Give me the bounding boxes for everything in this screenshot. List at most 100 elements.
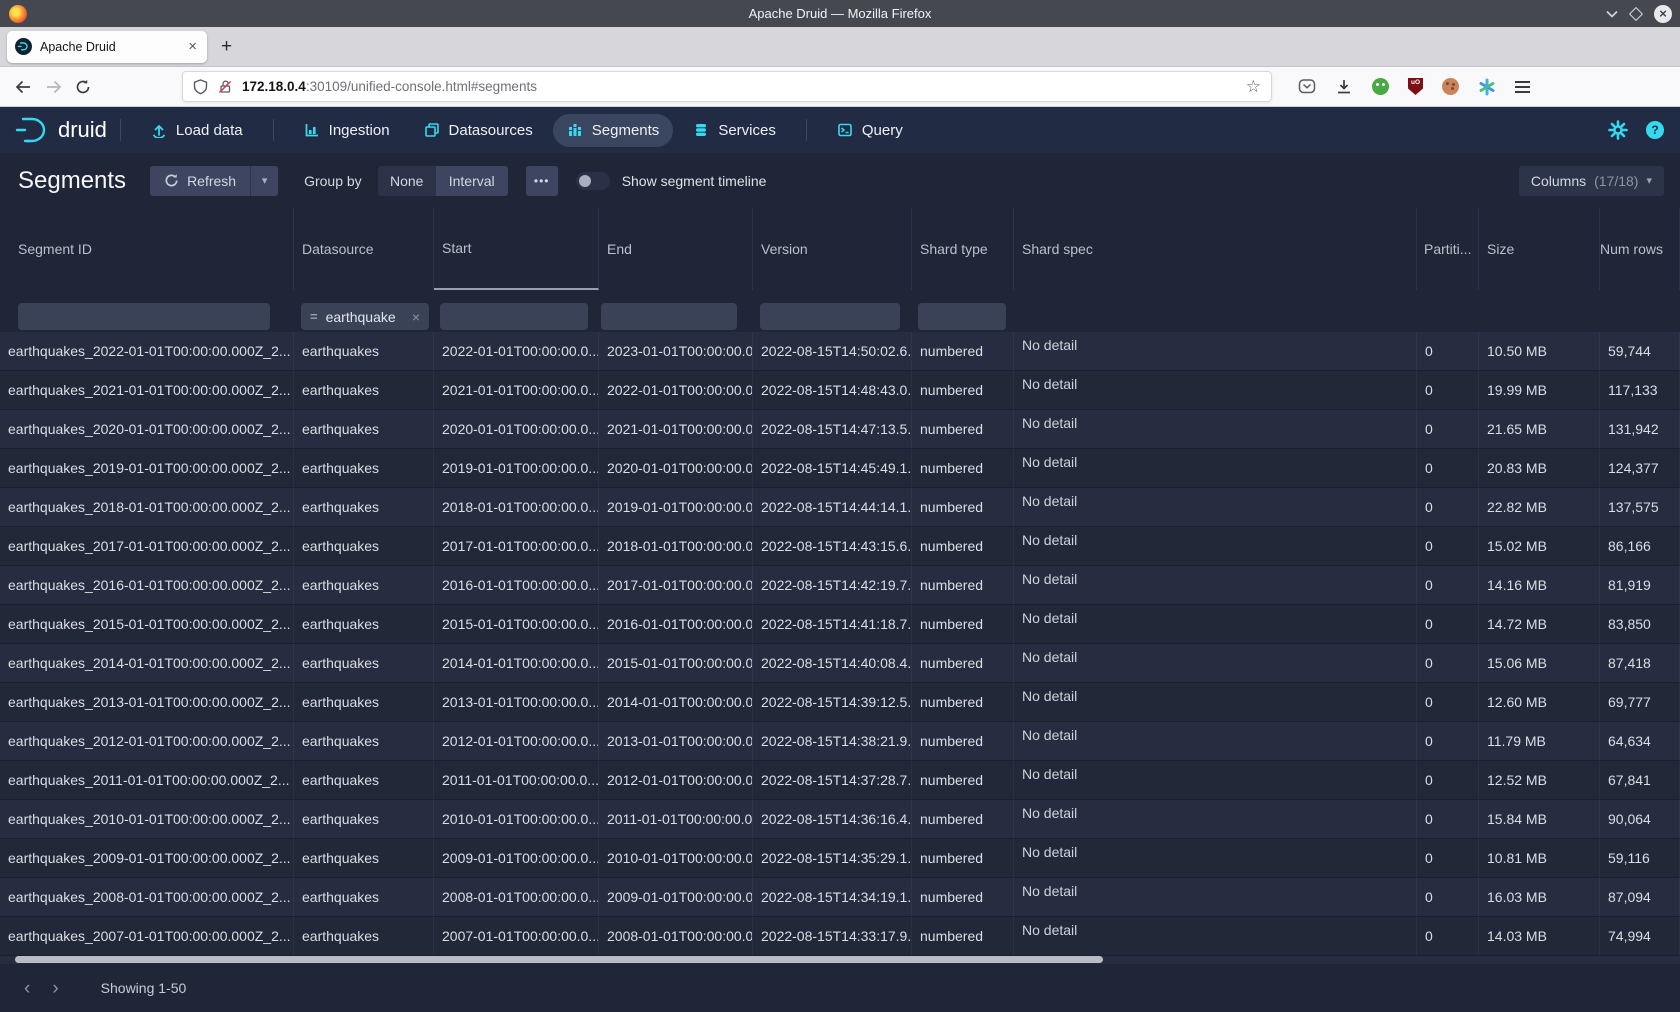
cell-end[interactable]: 2019-01-01T00:00:00.0... bbox=[599, 488, 753, 526]
cell-segment-id[interactable]: earthquakes_2021-01-01T00:00:00.000Z_2..… bbox=[0, 371, 294, 409]
cell-size[interactable]: 11.79 MB bbox=[1479, 722, 1600, 760]
cell-version[interactable]: 2022-08-15T14:34:19.1... bbox=[753, 878, 912, 916]
cell-datasource[interactable]: earthquakes bbox=[294, 878, 434, 916]
cell-shard-spec[interactable]: No detail bbox=[1014, 566, 1417, 604]
cell-shard-spec[interactable]: No detail bbox=[1014, 683, 1417, 721]
cell-shard-type[interactable]: numbered bbox=[912, 332, 1014, 370]
cell-start[interactable]: 2012-01-01T00:00:00.0... bbox=[434, 722, 599, 760]
cell-version[interactable]: 2022-08-15T14:37:28.7... bbox=[753, 761, 912, 799]
cell-shard-type[interactable]: numbered bbox=[912, 683, 1014, 721]
cell-shard-spec[interactable]: No detail bbox=[1014, 527, 1417, 565]
column-header-partiti[interactable]: Partiti... bbox=[1417, 208, 1479, 290]
cell-partition[interactable]: 0 bbox=[1417, 449, 1479, 487]
cookie-extension-icon[interactable] bbox=[1442, 78, 1459, 95]
cell-datasource[interactable]: earthquakes bbox=[294, 800, 434, 838]
cell-segment-id[interactable]: earthquakes_2019-01-01T00:00:00.000Z_2..… bbox=[0, 449, 294, 487]
settings-gear-icon[interactable] bbox=[1608, 120, 1628, 140]
cell-shard-type[interactable]: numbered bbox=[912, 488, 1014, 526]
cell-version[interactable]: 2022-08-15T14:41:18.7... bbox=[753, 605, 912, 643]
cell-partition[interactable]: 0 bbox=[1417, 605, 1479, 643]
bookmark-star-icon[interactable]: ☆ bbox=[1246, 77, 1261, 97]
filter-tag-datasource[interactable]: = earthquake × bbox=[301, 303, 429, 330]
url-text[interactable]: 172.18.0.4:30109/unified-console.html#se… bbox=[242, 79, 1238, 94]
druid-brand[interactable]: druid bbox=[14, 116, 107, 144]
cell-segment-id[interactable]: earthquakes_2020-01-01T00:00:00.000Z_2..… bbox=[0, 410, 294, 448]
cell-end[interactable]: 2015-01-01T00:00:00.0... bbox=[599, 644, 753, 682]
broken-lock-icon[interactable] bbox=[217, 79, 233, 95]
cell-shard-spec[interactable]: No detail bbox=[1014, 839, 1417, 877]
cell-version[interactable]: 2022-08-15T14:40:08.4... bbox=[753, 644, 912, 682]
cell-partition[interactable]: 0 bbox=[1417, 761, 1479, 799]
cell-num-rows[interactable]: 83,850 bbox=[1600, 605, 1680, 643]
cell-segment-id[interactable]: earthquakes_2018-01-01T00:00:00.000Z_2..… bbox=[0, 488, 294, 526]
window-minimize-icon[interactable] bbox=[1606, 10, 1618, 18]
cell-segment-id[interactable]: earthquakes_2014-01-01T00:00:00.000Z_2..… bbox=[0, 644, 294, 682]
cell-start[interactable]: 2021-01-01T00:00:00.0... bbox=[434, 371, 599, 409]
filter-input-version[interactable] bbox=[760, 303, 900, 330]
cell-num-rows[interactable]: 90,064 bbox=[1600, 800, 1680, 838]
cell-size[interactable]: 15.06 MB bbox=[1479, 644, 1600, 682]
new-tab-button[interactable]: + bbox=[221, 36, 232, 58]
cell-end[interactable]: 2018-01-01T00:00:00.0... bbox=[599, 527, 753, 565]
shield-icon[interactable] bbox=[193, 79, 208, 95]
column-header-shard-spec[interactable]: Shard spec bbox=[1014, 208, 1417, 290]
cell-shard-type[interactable]: numbered bbox=[912, 371, 1014, 409]
cell-start[interactable]: 2009-01-01T00:00:00.0... bbox=[434, 839, 599, 877]
nav-item-query[interactable]: Query bbox=[823, 114, 917, 147]
cell-segment-id[interactable]: earthquakes_2010-01-01T00:00:00.000Z_2..… bbox=[0, 800, 294, 838]
nav-item-segments[interactable]: Segments bbox=[553, 114, 674, 147]
group-by-interval-button[interactable]: Interval bbox=[436, 166, 508, 196]
cell-end[interactable]: 2012-01-01T00:00:00.0... bbox=[599, 761, 753, 799]
cell-version[interactable]: 2022-08-15T14:42:19.7... bbox=[753, 566, 912, 604]
segment-timeline-toggle[interactable] bbox=[576, 172, 610, 190]
cell-start[interactable]: 2010-01-01T00:00:00.0... bbox=[434, 800, 599, 838]
cell-version[interactable]: 2022-08-15T14:44:14.1... bbox=[753, 488, 912, 526]
cell-num-rows[interactable]: 124,377 bbox=[1600, 449, 1680, 487]
cell-segment-id[interactable]: earthquakes_2022-01-01T00:00:00.000Z_2..… bbox=[0, 332, 294, 370]
cell-segment-id[interactable]: earthquakes_2011-01-01T00:00:00.000Z_2..… bbox=[0, 761, 294, 799]
cell-shard-type[interactable]: numbered bbox=[912, 839, 1014, 877]
cell-size[interactable]: 12.60 MB bbox=[1479, 683, 1600, 721]
cell-shard-type[interactable]: numbered bbox=[912, 566, 1014, 604]
cell-end[interactable]: 2021-01-01T00:00:00.0... bbox=[599, 410, 753, 448]
cell-shard-type[interactable]: numbered bbox=[912, 605, 1014, 643]
cell-shard-type[interactable]: numbered bbox=[912, 800, 1014, 838]
cell-datasource[interactable]: earthquakes bbox=[294, 605, 434, 643]
cell-datasource[interactable]: earthquakes bbox=[294, 371, 434, 409]
cell-shard-spec[interactable]: No detail bbox=[1014, 761, 1417, 799]
window-maximize-icon[interactable] bbox=[1629, 6, 1643, 20]
cell-segment-id[interactable]: earthquakes_2008-01-01T00:00:00.000Z_2..… bbox=[0, 878, 294, 916]
cell-num-rows[interactable]: 64,634 bbox=[1600, 722, 1680, 760]
column-header-end[interactable]: End bbox=[599, 208, 753, 290]
column-header-version[interactable]: Version bbox=[753, 208, 912, 290]
column-header-size[interactable]: Size bbox=[1479, 208, 1600, 290]
cell-start[interactable]: 2015-01-01T00:00:00.0... bbox=[434, 605, 599, 643]
cell-shard-spec[interactable]: No detail bbox=[1014, 410, 1417, 448]
cell-shard-spec[interactable]: No detail bbox=[1014, 449, 1417, 487]
cell-partition[interactable]: 0 bbox=[1417, 917, 1479, 955]
cell-start[interactable]: 2017-01-01T00:00:00.0... bbox=[434, 527, 599, 565]
nav-item-datasources[interactable]: Datasources bbox=[410, 114, 547, 147]
cell-size[interactable]: 20.83 MB bbox=[1479, 449, 1600, 487]
refresh-button[interactable]: Refresh bbox=[150, 166, 250, 196]
cell-num-rows[interactable]: 59,116 bbox=[1600, 839, 1680, 877]
cell-size[interactable]: 15.84 MB bbox=[1479, 800, 1600, 838]
cell-start[interactable]: 2007-01-01T00:00:00.0... bbox=[434, 917, 599, 955]
cell-version[interactable]: 2022-08-15T14:39:12.5... bbox=[753, 683, 912, 721]
cell-version[interactable]: 2022-08-15T14:50:02.6... bbox=[753, 332, 912, 370]
filter-input-segment-id[interactable] bbox=[18, 303, 270, 330]
cell-datasource[interactable]: earthquakes bbox=[294, 917, 434, 955]
cell-datasource[interactable]: earthquakes bbox=[294, 410, 434, 448]
cell-size[interactable]: 14.03 MB bbox=[1479, 917, 1600, 955]
cell-shard-type[interactable]: numbered bbox=[912, 917, 1014, 955]
cell-start[interactable]: 2011-01-01T00:00:00.0... bbox=[434, 761, 599, 799]
cell-datasource[interactable]: earthquakes bbox=[294, 839, 434, 877]
filter-input-start[interactable] bbox=[440, 303, 588, 330]
downloads-icon[interactable] bbox=[1335, 78, 1353, 95]
filter-input-end[interactable] bbox=[601, 303, 737, 330]
cell-start[interactable]: 2019-01-01T00:00:00.0... bbox=[434, 449, 599, 487]
column-header-shard-type[interactable]: Shard type bbox=[912, 208, 1014, 290]
cell-size[interactable]: 21.65 MB bbox=[1479, 410, 1600, 448]
cell-partition[interactable]: 0 bbox=[1417, 683, 1479, 721]
cell-size[interactable]: 16.03 MB bbox=[1479, 878, 1600, 916]
